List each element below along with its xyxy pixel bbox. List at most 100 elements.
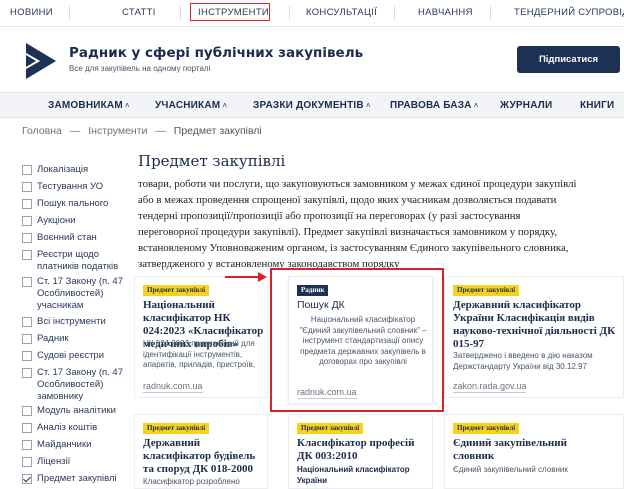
checkbox[interactable]	[22, 277, 32, 287]
site-title[interactable]: Радник у сфері публічних закупівель	[69, 45, 363, 61]
sidebar-item-label: Аналіз коштів	[37, 422, 98, 433]
checkbox[interactable]	[22, 182, 32, 192]
sidebar-item-art17-participants[interactable]: Ст. 17 Закону (п. 47 Особливостей) учасн…	[22, 276, 134, 312]
menu-item-customers[interactable]: ЗАМОВНИКАМ ˄	[48, 100, 130, 111]
radnyk-logo-icon[interactable]	[24, 41, 58, 81]
sidebar-item-label: Предмет закупівлі	[37, 473, 117, 484]
topnav-divider	[289, 6, 290, 20]
sidebar-item-licenses[interactable]: Ліцензії	[22, 456, 134, 468]
card-title[interactable]: Єдиний закупівельний словник	[453, 437, 573, 463]
page-title: Предмет закупівлі	[138, 152, 286, 170]
checkbox[interactable]	[22, 216, 32, 226]
page-description: товари, роботи чи послуги, що закуповуют…	[138, 178, 577, 270]
chevron-up-icon: ˄	[473, 101, 479, 110]
menu-item-participants[interactable]: УЧАСНИКАМ ˄	[155, 100, 227, 111]
sidebar-item-localization[interactable]: Локалізація	[22, 164, 134, 176]
sidebar-item-label: Ст. 17 Закону (п. 47 Особливостей) учасн…	[37, 276, 124, 311]
checkbox[interactable]	[22, 334, 32, 344]
tool-card[interactable]: Предмет закупівлі Державний класифікатор…	[134, 414, 268, 489]
checkbox[interactable]	[22, 423, 32, 433]
chevron-up-icon: ˄	[222, 101, 228, 110]
annotation-highlight-tools	[190, 3, 270, 21]
breadcrumb-current: Предмет закупівлі	[173, 125, 262, 137]
sidebar-item-label: Судові реєстри	[37, 350, 105, 361]
checkbox[interactable]	[22, 406, 32, 416]
checkbox[interactable]	[22, 250, 32, 260]
sidebar-item-label: Аукціони	[37, 215, 76, 226]
category-badge: Предмет закупівлі	[453, 285, 520, 296]
annotation-arrow	[225, 276, 259, 278]
sidebar-item-fuel-search[interactable]: Пошук пального	[22, 198, 134, 210]
sidebar-item-label: Локалізація	[37, 164, 89, 175]
menu-item-journals[interactable]: ЖУРНАЛИ	[500, 100, 552, 111]
subscribe-button[interactable]: Підписатися	[517, 46, 620, 73]
sidebar-item-tax-registers[interactable]: Реєстри щодо платників податків	[22, 249, 134, 273]
checkbox[interactable]	[22, 199, 32, 209]
card-title[interactable]: Державний класифікатор будівель та спору…	[143, 437, 269, 476]
topnav-consultations[interactable]: КОНСУЛЬТАЦІЇ	[306, 7, 377, 18]
menu-item-label: УЧАСНИКАМ	[155, 100, 221, 111]
sidebar-item-label: Радник	[37, 333, 69, 344]
topnav-divider	[69, 6, 70, 20]
sidebar-item-funds-analysis[interactable]: Аналіз коштів	[22, 422, 134, 434]
chevron-up-icon: ˄	[124, 101, 130, 110]
topnav-tender-support[interactable]: ТЕНДЕРНИЙ СУПРОВІД	[514, 7, 624, 18]
topnav-news[interactable]: НОВИНИ	[10, 7, 53, 18]
breadcrumb: Головна — Інструменти — Предмет закупівл…	[22, 125, 262, 137]
card-description: Національний класифікатор України	[297, 465, 410, 485]
chevron-up-icon: ˄	[365, 101, 371, 110]
topnav-education[interactable]: НАВЧАННЯ	[418, 7, 473, 18]
card-description: Затверджено і введено в дію наказом Держ…	[453, 351, 593, 371]
menu-item-document-samples[interactable]: ЗРАЗКИ ДОКУМЕНТІВ ˄	[253, 100, 371, 111]
topnav-divider	[490, 6, 491, 20]
annotation-highlight-card	[270, 268, 444, 412]
menu-item-books[interactable]: КНИГИ	[580, 100, 614, 111]
category-badge: Предмет закупівлі	[143, 285, 210, 296]
checkbox-checked[interactable]	[22, 474, 32, 484]
sidebar-item-testing[interactable]: Тестування УО	[22, 181, 134, 193]
sidebar-item-platforms[interactable]: Майданчики	[22, 439, 134, 451]
card-description: Єдиний закупівельний словник	[453, 465, 568, 474]
card-source-link[interactable]: zakon.rada.gov.ua	[453, 381, 527, 393]
menu-item-label: ЗРАЗКИ ДОКУМЕНТІВ	[253, 100, 364, 111]
sidebar-item-court-registers[interactable]: Судові реєстри	[22, 350, 134, 362]
card-description: Класифікатор розроблено	[143, 477, 240, 486]
checkbox[interactable]	[22, 233, 32, 243]
menu-item-legal-base[interactable]: ПРАВОВА БАЗА ˄	[390, 100, 478, 111]
card-description: НК 024:2023 призначений для ідентифікаці…	[143, 339, 256, 369]
top-divider	[0, 26, 624, 27]
card-source-link[interactable]: radnuk.com.ua	[143, 381, 203, 393]
topnav-articles[interactable]: СТАТТІ	[122, 7, 156, 18]
sidebar-item-label: Майданчики	[37, 439, 92, 450]
sidebar-item-art17-customer[interactable]: Ст. 17 Закону (п. 47 Особливостей) замов…	[22, 367, 134, 403]
checkbox[interactable]	[22, 457, 32, 467]
main-menu: ЗАМОВНИКАМ ˄ УЧАСНИКАМ ˄ ЗРАЗКИ ДОКУМЕНТІВ…	[0, 92, 624, 118]
sidebar-item-radnyk[interactable]: Радник	[22, 333, 134, 345]
menu-item-label: ПРАВОВА БАЗА	[390, 100, 472, 111]
sidebar-item-auctions[interactable]: Аукціони	[22, 215, 134, 227]
tool-card[interactable]: Предмет закупівлі Єдиний закупівельний с…	[444, 414, 624, 489]
tool-card[interactable]: Предмет закупівлі Державний класифікатор…	[444, 276, 624, 398]
sidebar-item-procurement-subject[interactable]: Предмет закупівлі	[22, 473, 134, 485]
breadcrumb-tools[interactable]: Інструменти	[88, 125, 147, 137]
topnav-divider	[180, 6, 181, 20]
arrow-right-icon	[258, 272, 267, 282]
breadcrumb-home[interactable]: Головна	[22, 125, 62, 137]
checkbox[interactable]	[22, 351, 32, 361]
sidebar-item-label: Реєстри щодо платників податків	[37, 249, 119, 272]
checkbox[interactable]	[22, 368, 32, 378]
checkbox[interactable]	[22, 165, 32, 175]
sidebar-item-martial-law[interactable]: Воєнний стан	[22, 232, 134, 244]
sidebar-item-label: Ст. 17 Закону (п. 47 Особливостей) замов…	[37, 367, 124, 402]
card-title[interactable]: Державний класифікатор України Класифіка…	[453, 299, 623, 351]
sidebar-item-label: Модуль аналітики	[37, 405, 116, 416]
card-title[interactable]: Класифікатор професій ДК 003:2010	[297, 437, 427, 463]
tool-card[interactable]: Предмет закупівлі Класифікатор професій …	[288, 414, 433, 489]
tool-card[interactable]: Предмет закупівлі Національний класифіка…	[134, 276, 268, 398]
category-badge: Предмет закупівлі	[143, 423, 210, 434]
sidebar-item-label: Тестування УО	[37, 181, 104, 192]
sidebar-item-all-tools[interactable]: Всі інструменти	[22, 316, 134, 328]
checkbox[interactable]	[22, 440, 32, 450]
checkbox[interactable]	[22, 317, 32, 327]
sidebar-item-analytics[interactable]: Модуль аналітики	[22, 405, 134, 417]
